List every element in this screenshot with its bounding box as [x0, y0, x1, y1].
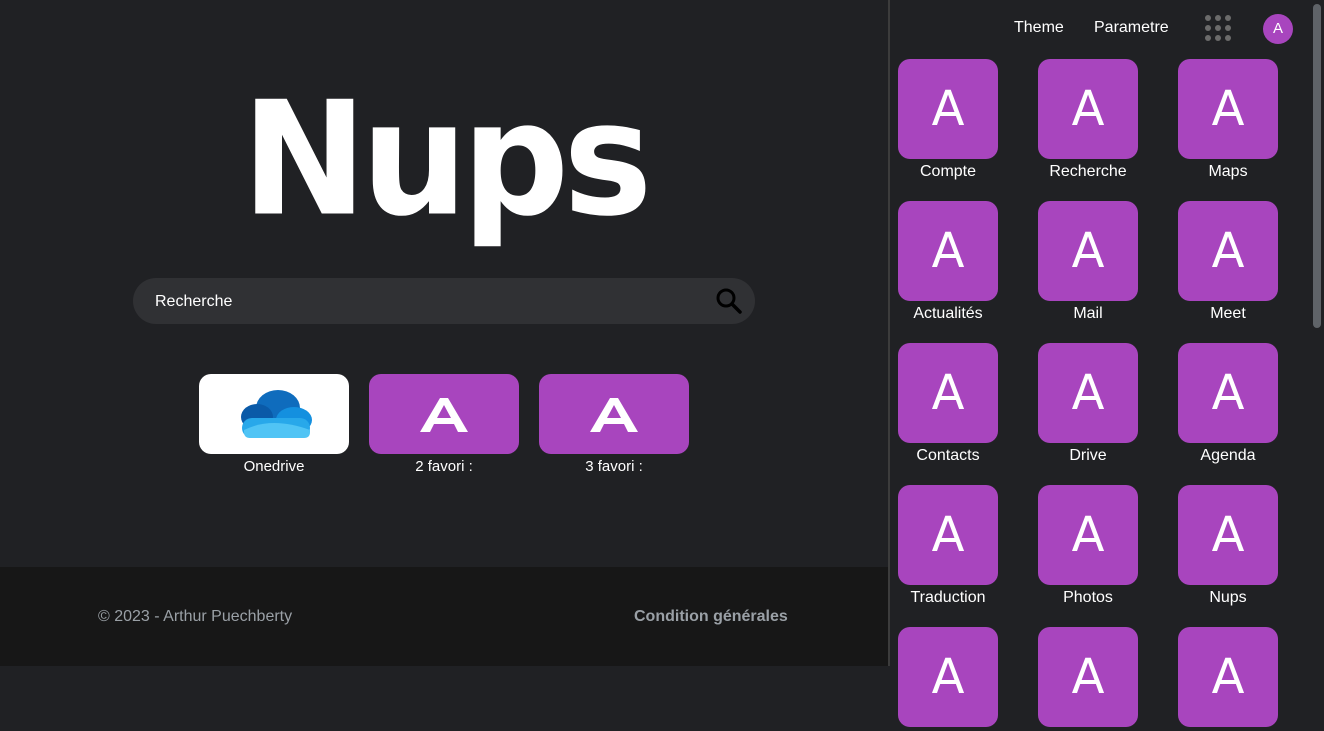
app-letter-icon: A — [931, 365, 965, 421]
search-icon[interactable] — [715, 287, 743, 315]
app-item[interactable]: A Agenda — [1178, 343, 1278, 465]
app-tile[interactable]: A — [898, 201, 998, 301]
app-letter-icon: A — [931, 507, 965, 563]
favorite-tile[interactable] — [369, 374, 519, 454]
theme-link[interactable]: Theme — [1014, 19, 1064, 37]
app-item[interactable]: A Nups — [1178, 485, 1278, 607]
favorite-tile[interactable] — [199, 374, 349, 454]
app-label: Agenda — [1200, 447, 1256, 464]
app-tile[interactable]: A — [1038, 485, 1138, 585]
app-tile[interactable]: A — [1038, 627, 1138, 727]
app-item[interactable]: A Traduction — [898, 485, 998, 607]
app-tile[interactable]: A — [898, 59, 998, 159]
copyright-text: © 2023 - Arthur Puechberty — [98, 608, 293, 625]
favorite-label: Onedrive — [243, 458, 305, 475]
app-tile[interactable]: A — [1038, 201, 1138, 301]
app-tile[interactable]: A — [898, 343, 998, 443]
app-tile[interactable]: A — [1178, 485, 1278, 585]
a-letter-icon — [420, 398, 468, 432]
logo: Nups — [241, 68, 653, 252]
app-tile[interactable]: A — [1038, 343, 1138, 443]
app-tile[interactable]: A — [1178, 201, 1278, 301]
favorite-2[interactable]: 2 favori : — [369, 374, 519, 475]
app-item[interactable]: A Compte — [898, 59, 998, 181]
app-letter-icon: A — [1071, 223, 1105, 279]
app-label: Meet — [1210, 305, 1246, 322]
favorite-3[interactable]: 3 favori : — [539, 374, 689, 475]
app-letter-icon: A — [1071, 81, 1105, 137]
app-item[interactable]: A — [1178, 627, 1278, 731]
app-item[interactable]: A — [898, 627, 998, 731]
favorite-label: 3 favori : — [585, 458, 643, 475]
app-letter-icon: A — [931, 223, 965, 279]
app-label: Compte — [919, 163, 977, 180]
favorite-tile[interactable] — [539, 374, 689, 454]
conditions-link[interactable]: Condition générales — [634, 608, 788, 626]
app-label: Traduction — [910, 589, 986, 606]
avatar[interactable]: A — [1263, 14, 1293, 44]
app-item[interactable]: A — [1038, 627, 1138, 731]
app-tile[interactable]: A — [898, 485, 998, 585]
scrollbar-thumb[interactable] — [1313, 4, 1321, 328]
app-item[interactable]: A Mail — [1038, 201, 1138, 323]
favorite-label: 2 favori : — [415, 458, 473, 475]
app-label: Nups — [1209, 589, 1247, 606]
app-letter-icon: A — [931, 81, 965, 137]
app-letter-icon: A — [1071, 507, 1105, 563]
apps-grid-icon[interactable] — [1204, 14, 1232, 42]
app-item[interactable]: A Maps — [1178, 59, 1278, 181]
app-label: Photos — [1063, 589, 1113, 606]
app-item[interactable]: A Actualités — [898, 201, 998, 323]
app-letter-icon: A — [931, 649, 965, 705]
app-item[interactable]: A Contacts — [898, 343, 998, 465]
app-letter-icon: A — [1211, 649, 1245, 705]
search-input[interactable] — [153, 278, 717, 326]
app-label: Mail — [1073, 305, 1103, 322]
app-tile[interactable]: A — [1178, 627, 1278, 727]
a-letter-icon — [590, 398, 638, 432]
app-letter-icon: A — [1211, 223, 1245, 279]
app-item[interactable]: A Meet — [1178, 201, 1278, 323]
app-letter-icon: A — [1211, 507, 1245, 563]
main-area: Nups Onedrive — [0, 0, 888, 666]
app-tile[interactable]: A — [1178, 343, 1278, 443]
app-letter-icon: A — [1211, 365, 1245, 421]
onedrive-cloud-icon — [241, 390, 312, 438]
scrollbar[interactable] — [1310, 0, 1324, 666]
settings-link[interactable]: Parametre — [1094, 19, 1169, 37]
app-tile[interactable]: A — [898, 627, 998, 727]
app-item[interactable]: A Recherche — [1038, 59, 1138, 181]
app-label: Drive — [1069, 447, 1107, 464]
app-tile[interactable]: A — [1178, 59, 1278, 159]
app-letter-icon: A — [1071, 649, 1105, 705]
app-label: Recherche — [1049, 163, 1127, 180]
app-item[interactable]: A Drive — [1038, 343, 1138, 465]
apps-panel: Theme Parametre A A Compte A Recherche A Maps… — [890, 0, 1324, 727]
app-item[interactable]: A Photos — [1038, 485, 1138, 607]
app-letter-icon: A — [1211, 81, 1245, 137]
app-label: Maps — [1208, 163, 1248, 180]
app-letter-icon: A — [1071, 365, 1105, 421]
search-bar — [133, 278, 755, 326]
favorite-onedrive[interactable]: Onedrive — [199, 374, 349, 475]
app-label: Contacts — [916, 447, 980, 464]
app-label: Actualités — [913, 305, 983, 322]
app-tile[interactable]: A — [1038, 59, 1138, 159]
footer: © 2023 - Arthur Puechberty Condition gén… — [0, 567, 888, 666]
